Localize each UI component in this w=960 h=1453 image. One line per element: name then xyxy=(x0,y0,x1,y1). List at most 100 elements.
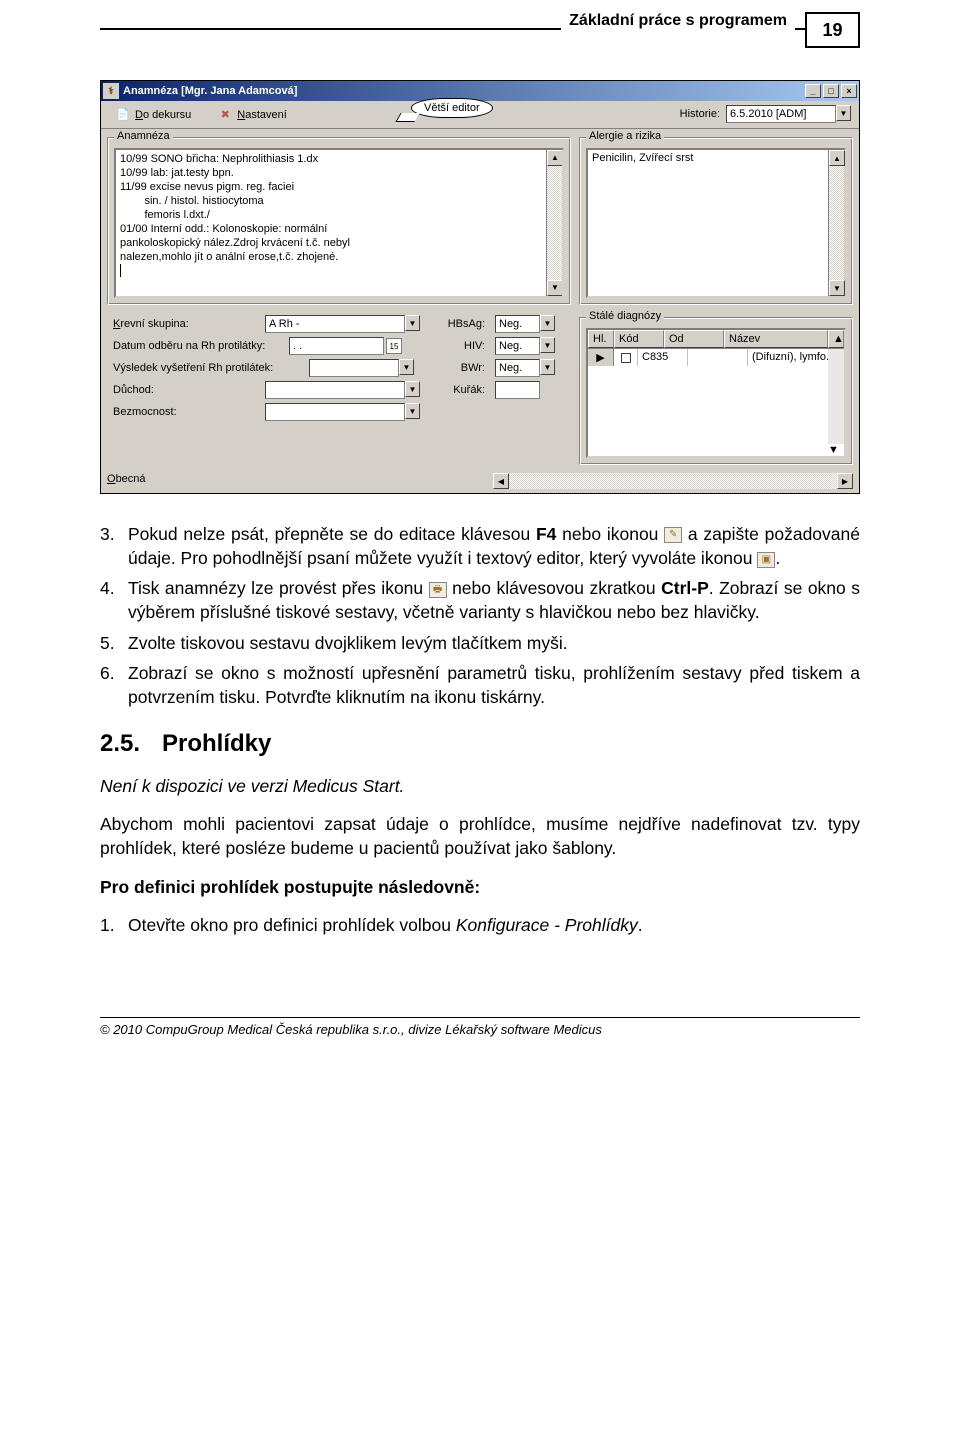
toolbar: 📄 Do dekursu ✖ Nastavení Větší editor Hi… xyxy=(101,101,859,129)
row-selector[interactable]: ▶ xyxy=(588,349,614,366)
kurak-label: Kuřák: xyxy=(441,384,489,396)
tools-icon: ✖ xyxy=(217,107,233,123)
col-nazev[interactable]: Název xyxy=(724,330,828,348)
historie-label: Historie: xyxy=(680,108,720,120)
anamneza-line: 01/00 Interní odd.: Kolonoskopie: normál… xyxy=(120,222,558,236)
dekurz-button[interactable]: 📄 Do dekursu xyxy=(107,105,199,125)
instruction-heading: Pro definici prohlídek postupujte násled… xyxy=(100,875,860,899)
window-title: Anamnéza [Mgr. Jana Adamcová] xyxy=(123,85,297,97)
chevron-down-icon[interactable]: ▼ xyxy=(540,359,555,375)
anamneza-fieldset: Anamnéza 10/99 SONO břicha: Nephrolithia… xyxy=(107,137,571,305)
anamneza-line: 10/99 lab: jat.testy bpn. xyxy=(120,166,558,180)
col-hl[interactable]: Hl. xyxy=(588,330,614,348)
scroll-left-icon[interactable]: ◀ xyxy=(493,473,509,489)
anamneza-line: sin. / histol. histiocytoma xyxy=(120,194,558,208)
historie-select[interactable]: 6.5.2010 [ADM] xyxy=(726,105,836,123)
diagnozy-table[interactable]: Hl. Kód Od Název ▲ ▶ C835 xyxy=(586,328,846,458)
chevron-down-icon[interactable]: ▼ xyxy=(405,315,420,331)
maximize-button[interactable]: □ xyxy=(823,84,839,98)
anamneza-line: pankoloskopický nález.Zdroj krvácení t.č… xyxy=(120,236,558,250)
dekurz-label: o dekursu xyxy=(143,109,191,121)
alergie-textarea[interactable]: Penicilin, Zvířecí srst ▲ ▼ xyxy=(586,148,846,298)
text-cursor xyxy=(120,264,121,277)
duchod-label: Důchod: xyxy=(113,384,259,396)
page-number: 19 xyxy=(805,12,860,48)
scroll-down-icon[interactable]: ▼ xyxy=(829,280,845,296)
scroll-right-icon[interactable]: ▶ xyxy=(837,473,853,489)
chevron-down-icon[interactable]: ▼ xyxy=(836,105,851,121)
titlebar: ⚕ Anamnéza [Mgr. Jana Adamcová] _ □ × xyxy=(101,81,859,101)
chevron-down-icon[interactable]: ▼ xyxy=(540,315,555,331)
bwr-label: BWr: xyxy=(441,362,489,374)
scrollbar-horizontal[interactable]: ◀ ▶ xyxy=(493,473,853,489)
callout-balloon: Větší editor xyxy=(411,98,493,118)
hiv-label: HIV: xyxy=(441,340,489,352)
scrollbar-vertical[interactable]: ▼ xyxy=(828,349,844,456)
kurak-input[interactable] xyxy=(495,381,540,399)
scroll-down-icon[interactable]: ▼ xyxy=(828,444,844,456)
anamneza-line: femoris l.dxt./ xyxy=(120,208,558,222)
list-item: Otevřte okno pro definici prohlídek volb… xyxy=(128,913,860,937)
diagnozy-fieldset: Stálé diagnózy Hl. Kód Od Název ▲ ▶ xyxy=(579,317,853,465)
bwr-select[interactable]: Neg. xyxy=(495,359,540,377)
anamneza-line: 10/99 SONO břicha: Nephrolithiasis 1.dx xyxy=(120,152,558,166)
hl-checkbox[interactable] xyxy=(621,353,631,363)
document-icon: 📄 xyxy=(115,107,131,123)
app-window: ⚕ Anamnéza [Mgr. Jana Adamcová] _ □ × 📄 … xyxy=(100,80,860,494)
anamneza-legend: Anamnéza xyxy=(114,130,173,142)
vysledek-select[interactable] xyxy=(309,359,399,377)
hbsag-select[interactable]: Neg. xyxy=(495,315,540,333)
table-row[interactable]: ▶ C835 (Difuzní), lymfo. xyxy=(588,349,844,366)
chevron-down-icon[interactable]: ▼ xyxy=(540,337,555,353)
app-icon: ⚕ xyxy=(103,83,119,99)
scroll-up-icon[interactable]: ▲ xyxy=(547,150,563,166)
running-header: Základní práce s programem xyxy=(561,12,795,30)
minimize-button[interactable]: _ xyxy=(805,84,821,98)
diagnozy-legend: Stálé diagnózy xyxy=(586,310,664,322)
krevni-select[interactable]: A Rh - xyxy=(265,315,405,333)
anamneza-line: 11/99 excise nevus pigm. reg. faciei xyxy=(120,180,558,194)
chevron-down-icon[interactable]: ▼ xyxy=(405,403,420,419)
bezmocnost-label: Bezmocnost: xyxy=(113,406,259,418)
list-item: Pokud nelze psát, přepněte se do editace… xyxy=(128,522,860,570)
rh-date-input[interactable]: . . xyxy=(289,337,384,355)
close-button[interactable]: × xyxy=(841,84,857,98)
alergie-fieldset: Alergie a rizika Penicilin, Zvířecí srst… xyxy=(579,137,853,305)
bezmocnost-select[interactable] xyxy=(265,403,405,421)
table-header: Hl. Kód Od Název ▲ xyxy=(588,330,844,349)
list-item: Tisk anamnézy lze provést přes ikonu 🖶 n… xyxy=(128,576,860,624)
hiv-select[interactable]: Neg. xyxy=(495,337,540,355)
nastaveni-button[interactable]: ✖ Nastavení xyxy=(209,105,295,125)
list-item: Zvolte tiskovou sestavu dvojklikem levým… xyxy=(128,631,860,655)
anamneza-line: nalezen,mohlo jít o anální erose,t.č. zh… xyxy=(120,250,558,264)
list-item: Zobrazí se okno s možností upřesnění par… xyxy=(128,661,860,709)
col-od[interactable]: Od xyxy=(664,330,724,348)
anamneza-textarea[interactable]: 10/99 SONO břicha: Nephrolithiasis 1.dx … xyxy=(114,148,564,298)
patient-fields: Krevní skupina: A Rh - ▼ HBsAg: Neg. ▼ D… xyxy=(107,305,571,429)
document-body: 3. Pokud nelze psát, přepněte se do edit… xyxy=(100,522,860,937)
scrollbar-vertical[interactable]: ▲ ▼ xyxy=(546,150,562,296)
col-kod[interactable]: Kód xyxy=(614,330,664,348)
expand-editor-icon: ▣ xyxy=(757,552,775,568)
duchod-select[interactable] xyxy=(265,381,405,399)
print-icon: 🖶 xyxy=(429,582,447,598)
scroll-up-icon[interactable]: ▲ xyxy=(829,150,845,166)
nastaveni-label: astavení xyxy=(245,109,287,121)
list-number: 1. xyxy=(100,913,128,937)
scroll-down-icon[interactable]: ▼ xyxy=(547,280,563,296)
dekurz-accel: D xyxy=(135,109,143,121)
calendar-icon[interactable]: 15 xyxy=(386,338,402,354)
chevron-down-icon[interactable]: ▼ xyxy=(405,381,420,397)
chevron-down-icon[interactable]: ▼ xyxy=(399,359,414,375)
krevni-label: revní skupina: xyxy=(120,318,188,330)
alergie-text: Penicilin, Zvířecí srst xyxy=(592,152,693,164)
scrollbar-vertical[interactable]: ▲ ▼ xyxy=(828,150,844,296)
alergie-legend: Alergie a rizika xyxy=(586,130,664,142)
list-number: 6. xyxy=(100,661,128,709)
section-heading: 2.5. Prohlídky xyxy=(100,727,860,760)
list-number: 4. xyxy=(100,576,128,624)
footer: © 2010 CompuGroup Medical Česká republik… xyxy=(100,1017,860,1037)
vysledek-label: Výsledek vyšetření Rh protilátek: xyxy=(113,362,303,374)
obecna-label: Obecná xyxy=(107,473,146,485)
scroll-up-icon[interactable]: ▲ xyxy=(828,330,844,348)
